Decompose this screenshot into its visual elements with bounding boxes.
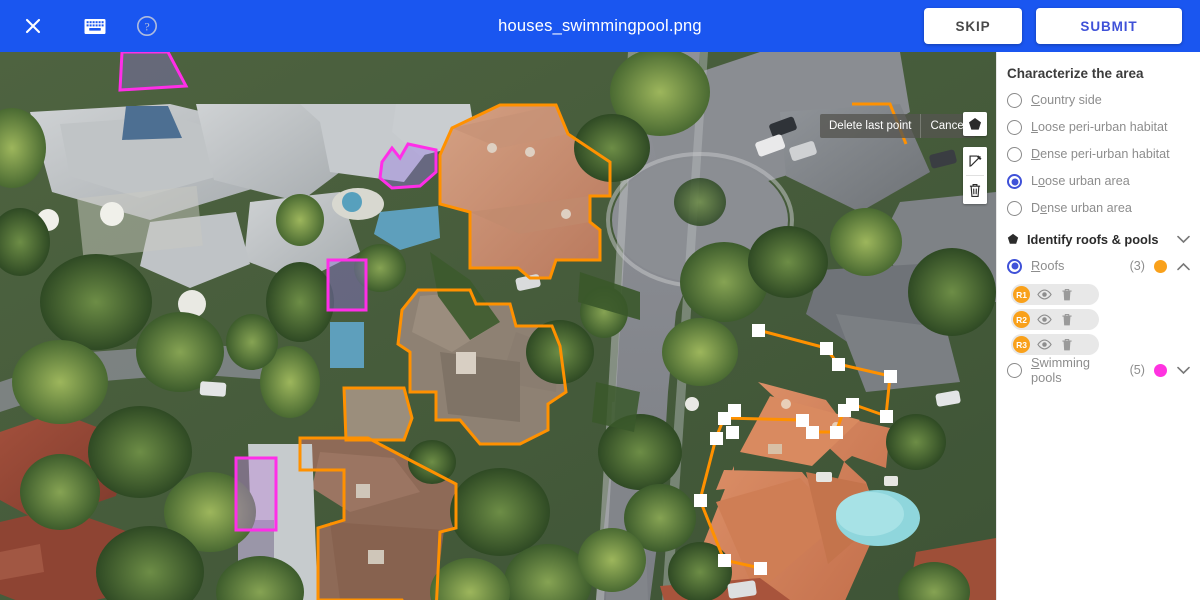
radio-option-0[interactable]: Country side	[997, 87, 1200, 114]
chevron-up-icon[interactable]	[1176, 262, 1190, 271]
top-bar-actions: SKIP SUBMIT	[924, 0, 1182, 52]
pentagon-icon	[1007, 233, 1019, 244]
delete-polygon-button[interactable]	[963, 176, 987, 204]
layer-name: Swimming pools	[1031, 355, 1091, 386]
help-icon[interactable]: ?	[130, 9, 164, 43]
section-label: Identify roofs & pools	[1027, 231, 1159, 247]
layer-count: (5)	[1129, 363, 1145, 378]
layer-color-swatch	[1154, 259, 1167, 273]
annotation-tool-app: ? houses_swimmingpool.png SKIP SUBMIT De…	[0, 0, 1200, 600]
annotation-badge: R3	[1013, 336, 1030, 353]
radio-button[interactable]	[1007, 93, 1022, 108]
polygon-tool-button[interactable]	[963, 112, 987, 136]
eye-icon[interactable]	[1037, 312, 1052, 327]
annotation-badge: R1	[1013, 286, 1030, 303]
delete-last-point-button[interactable]: Delete last point	[820, 114, 920, 138]
polygon-edit-toolbar: Delete last point Cancel	[820, 114, 976, 138]
layer-color-swatch	[1154, 363, 1167, 377]
image-canvas[interactable]: Delete last point Cancel	[0, 52, 996, 600]
layer-radio[interactable]	[1007, 258, 1022, 274]
trash-icon[interactable]	[1059, 287, 1074, 302]
layer-count: (3)	[1129, 259, 1145, 273]
trash-icon[interactable]	[1059, 337, 1074, 352]
radio-label: Loose urban area	[1031, 174, 1130, 189]
svg-text:?: ?	[144, 20, 149, 34]
radio-option-4[interactable]: Dense urban area	[997, 195, 1200, 222]
annotation-layers: Roofs (3) R1 R2 R3 Swimming pools (5)	[997, 252, 1200, 385]
radio-button[interactable]	[1007, 174, 1022, 189]
pool-polygon	[326, 258, 368, 312]
top-bar: ? houses_swimmingpool.png SKIP SUBMIT	[0, 0, 1200, 52]
annotation-chip-r1[interactable]: R1	[1011, 284, 1099, 305]
submit-button[interactable]: SUBMIT	[1036, 8, 1182, 44]
skip-button[interactable]: SKIP	[924, 8, 1022, 44]
annotation-badge: R2	[1013, 311, 1030, 328]
radio-label: Country side	[1031, 93, 1102, 108]
radio-label: Dense urban area	[1031, 201, 1132, 216]
eye-icon[interactable]	[1037, 287, 1052, 302]
radio-option-3[interactable]: Loose urban area	[997, 168, 1200, 195]
pool-polygon	[234, 456, 278, 532]
radio-label: Loose peri-urban habitat	[1031, 120, 1168, 135]
eye-icon[interactable]	[1037, 337, 1052, 352]
layer-radio[interactable]	[1007, 362, 1022, 378]
layer-name: Roofs	[1031, 258, 1065, 274]
layer-row-roofs[interactable]: Roofs (3)	[997, 252, 1200, 280]
layer-row-swimming-pools[interactable]: Swimming pools (5)	[997, 355, 1200, 385]
keyboard-icon[interactable]	[78, 9, 112, 43]
characterize-options: Country side Loose peri-urban habitat Dens…	[997, 87, 1200, 222]
sidebar-title: Characterize the area	[1007, 66, 1144, 81]
section-identify-roofs-pools[interactable]: Identify roofs & pools	[997, 226, 1200, 252]
radio-button[interactable]	[1007, 147, 1022, 162]
canvas-vertical-tools	[963, 147, 987, 204]
right-sidebar: Characterize the area Country side Loose …	[996, 52, 1200, 600]
annotation-chip-r2[interactable]: R2	[1011, 309, 1099, 330]
radio-label: Dense peri-urban habitat	[1031, 147, 1170, 162]
trash-icon[interactable]	[1059, 312, 1074, 327]
radio-option-1[interactable]: Loose peri-urban habitat	[997, 114, 1200, 141]
annotation-chip-r3[interactable]: R3	[1011, 334, 1099, 355]
radio-option-2[interactable]: Dense peri-urban habitat	[997, 141, 1200, 168]
radio-button[interactable]	[1007, 201, 1022, 216]
chevron-down-icon[interactable]	[1176, 235, 1190, 244]
radio-button[interactable]	[1007, 120, 1022, 135]
edit-polygon-button[interactable]	[963, 147, 987, 175]
close-icon[interactable]	[16, 9, 50, 43]
chevron-down-icon[interactable]	[1176, 366, 1190, 375]
